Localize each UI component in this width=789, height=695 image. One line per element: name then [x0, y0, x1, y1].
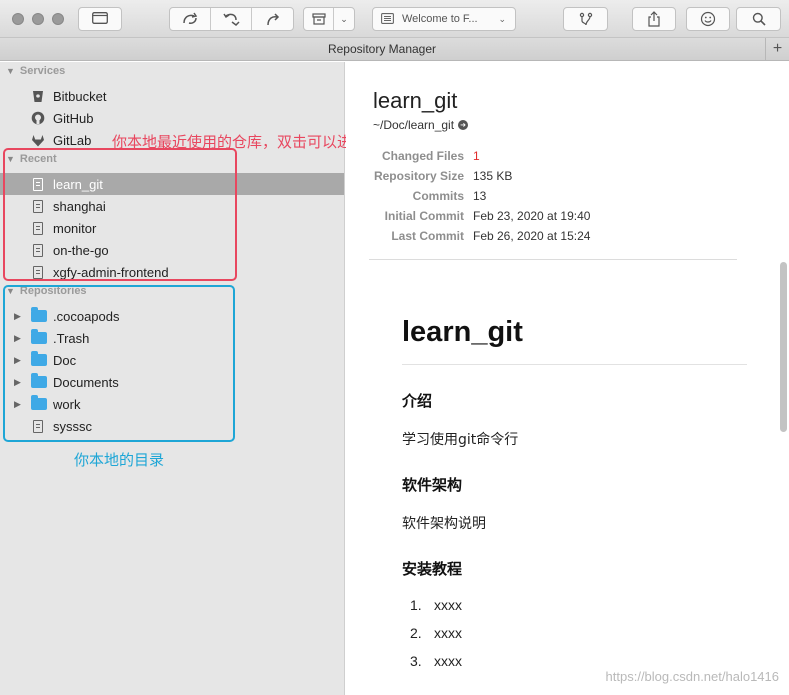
- service-item-github[interactable]: GitHub: [0, 107, 344, 129]
- stat-last-commit: Last Commit Feb 26, 2020 at 15:24: [346, 229, 746, 247]
- reveal-arrow-icon[interactable]: ➜: [458, 120, 469, 130]
- service-label: GitLab: [53, 132, 92, 148]
- repo-path-text: ~/Doc/learn_git: [373, 118, 455, 132]
- list-number: 3.: [410, 653, 422, 669]
- stat-repository-size: Repository Size 135 KB: [346, 169, 746, 187]
- new-tab-button[interactable]: +: [765, 38, 789, 60]
- list-text: xxxx: [434, 597, 462, 613]
- watermark: https://blog.csdn.net/halo1416: [605, 669, 779, 684]
- github-icon: [31, 111, 45, 125]
- readme-rule: [402, 364, 747, 365]
- list-number: 1.: [410, 597, 422, 613]
- stat-value: Feb 23, 2020 at 19:40: [473, 209, 591, 223]
- readme-heading-architecture: 软件架构: [402, 476, 463, 494]
- zoom-window-button[interactable]: [52, 13, 64, 25]
- services-section-header[interactable]: ▼ Services: [6, 65, 65, 77]
- stat-initial-commit: Initial Commit Feb 23, 2020 at 19:40: [346, 209, 746, 227]
- local-highlight-box: [3, 285, 235, 442]
- share-button[interactable]: [632, 7, 676, 31]
- service-item-bitbucket[interactable]: Bitbucket: [0, 85, 344, 107]
- chevron-down-icon: ⌄: [498, 13, 506, 24]
- pull-icon: [223, 13, 240, 26]
- close-window-button[interactable]: [12, 13, 24, 25]
- section-label: Services: [19, 65, 66, 77]
- stat-commits: Commits 13: [346, 189, 746, 207]
- readme-heading-install: 安装教程: [402, 560, 463, 578]
- divider: [369, 259, 737, 260]
- readme-list-item: 2. xxxx: [410, 625, 462, 641]
- stat-key: Commits: [412, 189, 464, 203]
- minimize-window-button[interactable]: [32, 13, 44, 25]
- readme-title: learn_git: [402, 316, 523, 348]
- repository-detail-pane: learn_git ~/Doc/learn_git ➜ Changed File…: [346, 62, 789, 695]
- list-text: xxxx: [434, 653, 462, 669]
- service-label: GitHub: [53, 110, 94, 126]
- readme-list-item: 3. xxxx: [410, 653, 462, 669]
- list-text: xxxx: [434, 625, 462, 641]
- service-label: Bitbucket: [53, 88, 107, 104]
- stat-key: Repository Size: [373, 169, 464, 183]
- stat-changed-files: Changed Files 1: [346, 149, 746, 167]
- list-number: 2.: [410, 625, 422, 641]
- recent-annotation-note: 你本地最近使用的仓库，双击可以进入: [112, 133, 368, 151]
- stash-segmented-control: ⌄: [303, 7, 355, 31]
- window-toolbar: ⌄ Welcome to F... ⌄: [0, 0, 789, 38]
- repo-path: ~/Doc/learn_git ➜: [373, 118, 469, 132]
- stat-value: 135 KB: [473, 169, 513, 183]
- gitlab-icon: [31, 133, 45, 147]
- repo-title: learn_git: [373, 88, 458, 113]
- welcome-dropdown[interactable]: Welcome to F... ⌄: [372, 7, 516, 31]
- fetch-icon: [183, 12, 198, 24]
- stat-value: Feb 26, 2020 at 15:24: [473, 229, 591, 243]
- smiley-icon: [700, 11, 716, 27]
- vertical-scrollbar[interactable]: [780, 262, 787, 432]
- readme-paragraph-intro: 学习使用git命令行: [402, 432, 519, 448]
- readme-list-item: 1. xxxx: [410, 597, 462, 613]
- pull-button[interactable]: [211, 8, 252, 30]
- stash-icon: [311, 13, 326, 25]
- tab-bar: Repository Manager +: [0, 38, 789, 61]
- readme-heading-intro: 介绍: [402, 392, 433, 410]
- push-icon: [266, 13, 279, 26]
- readme-paragraph-architecture: 软件架构说明: [402, 516, 486, 532]
- feedback-button[interactable]: [686, 7, 730, 31]
- fetch-button[interactable]: [170, 8, 211, 30]
- search-button[interactable]: [736, 7, 781, 31]
- stat-key: Last Commit: [391, 229, 464, 243]
- stat-key: Initial Commit: [384, 209, 464, 223]
- search-icon: [752, 12, 766, 26]
- branch-merge-button[interactable]: [563, 7, 608, 31]
- bitbucket-icon: [31, 89, 45, 103]
- share-icon: [648, 11, 660, 27]
- recent-highlight-box: [3, 148, 237, 281]
- local-annotation-note: 你本地的目录: [74, 451, 165, 469]
- document-list-icon: [381, 12, 394, 27]
- stat-value: 13: [473, 189, 487, 203]
- disclosure-triangle-icon: ▼: [6, 66, 15, 76]
- push-button[interactable]: [252, 8, 293, 30]
- sidebar-icon: [92, 11, 108, 27]
- stash-button[interactable]: [304, 8, 334, 30]
- chevron-down-icon: ⌄: [340, 13, 348, 24]
- branch-merge-icon: [579, 12, 592, 26]
- tab-repository-manager[interactable]: Repository Manager: [0, 42, 764, 56]
- stat-value: 1: [473, 149, 480, 163]
- stat-key: Changed Files: [381, 149, 464, 163]
- toggle-sidebar-button[interactable]: [78, 7, 122, 31]
- welcome-label: Welcome to F...: [402, 13, 478, 25]
- sync-segmented-control: [169, 7, 294, 31]
- stash-menu-button[interactable]: ⌄: [334, 8, 354, 30]
